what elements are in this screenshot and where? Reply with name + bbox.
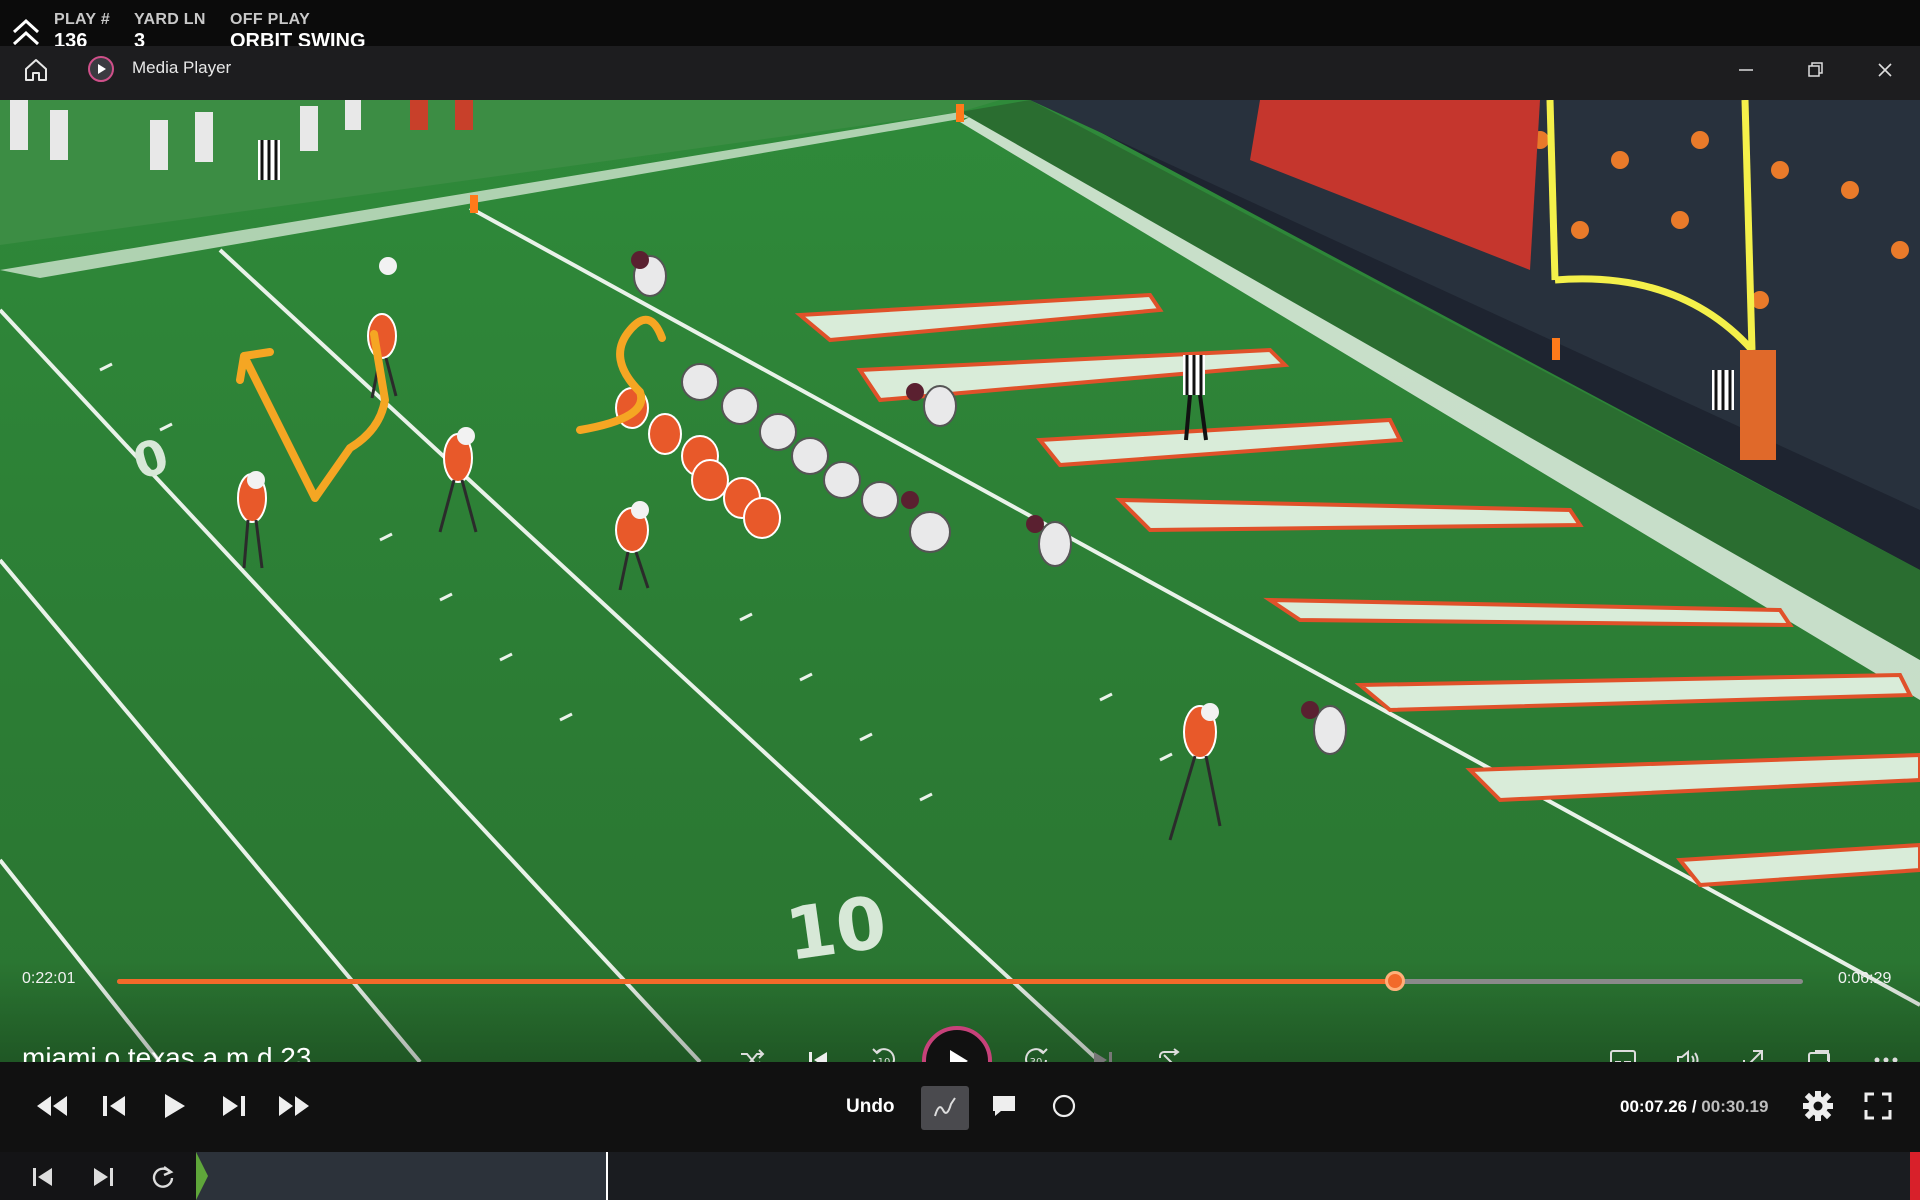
more-button[interactable] bbox=[1866, 1040, 1906, 1062]
timecode: 00:07.26 / 00:30.19 bbox=[1620, 1097, 1768, 1117]
timeline-bar bbox=[0, 1152, 1920, 1200]
undo-button[interactable]: Undo bbox=[846, 1096, 895, 1118]
play-number-label: PLAY # bbox=[54, 11, 111, 28]
step-forward-button[interactable] bbox=[212, 1084, 256, 1128]
gear-icon bbox=[1803, 1091, 1833, 1121]
shuffle-icon bbox=[741, 1049, 765, 1062]
video-frame[interactable]: 0 10 0:22:01 0:06:29 miami o texas a m d… bbox=[0, 100, 1920, 1062]
previous-button[interactable] bbox=[798, 1040, 838, 1062]
timeline-end-marker bbox=[1910, 1152, 1920, 1200]
expand-icon bbox=[1743, 1050, 1763, 1062]
rewind-button[interactable] bbox=[30, 1084, 74, 1128]
play-icon bbox=[950, 1050, 968, 1062]
pen-tool-button[interactable] bbox=[921, 1086, 969, 1130]
circle-tool-button[interactable] bbox=[1042, 1084, 1086, 1128]
timeline-clip-segment[interactable] bbox=[196, 1152, 606, 1200]
subtitles-icon bbox=[1610, 1050, 1636, 1062]
shuffle-button[interactable] bbox=[732, 1040, 772, 1062]
forward-30-icon: 30 bbox=[1025, 1048, 1048, 1062]
previous-icon bbox=[809, 1052, 827, 1062]
settings-button[interactable] bbox=[1796, 1084, 1840, 1128]
fast-forward-icon bbox=[279, 1096, 309, 1116]
offense-play-label: OFF PLAY bbox=[230, 11, 311, 28]
clip-title: miami o texas a m d 23 bbox=[22, 1042, 312, 1062]
fullscreen-icon bbox=[1864, 1092, 1892, 1120]
elapsed-time: 0:22:01 bbox=[22, 970, 76, 987]
control-play-button[interactable] bbox=[152, 1084, 196, 1128]
skip-end-button[interactable] bbox=[86, 1160, 120, 1194]
reload-icon bbox=[152, 1166, 174, 1188]
reload-button[interactable] bbox=[146, 1160, 180, 1194]
window-title: Media Player bbox=[132, 58, 232, 77]
mini-player-button[interactable] bbox=[1799, 1040, 1839, 1062]
next-icon bbox=[1094, 1052, 1112, 1062]
playback-control-bar: Undo 00:07.26 / 00:30.19 bbox=[0, 1062, 1920, 1152]
skip-start-icon bbox=[33, 1168, 52, 1186]
forward-30-button[interactable]: 30 bbox=[1016, 1040, 1056, 1062]
repeat-button[interactable] bbox=[1149, 1040, 1189, 1062]
expand-button[interactable] bbox=[1733, 1040, 1773, 1062]
fast-forward-button[interactable] bbox=[272, 1084, 316, 1128]
comment-icon bbox=[993, 1096, 1015, 1116]
step-back-icon bbox=[103, 1096, 125, 1116]
minimize-icon bbox=[1739, 69, 1753, 71]
window-title-bar: Media Player bbox=[0, 46, 1920, 100]
home-icon[interactable] bbox=[22, 56, 50, 84]
volume-button[interactable] bbox=[1668, 1040, 1708, 1062]
yard-line-label: YARD LN bbox=[134, 11, 206, 28]
maximize-icon bbox=[1808, 62, 1823, 77]
close-button[interactable] bbox=[1865, 52, 1905, 88]
subtitles-button[interactable] bbox=[1603, 1040, 1643, 1062]
step-back-button[interactable] bbox=[92, 1084, 136, 1128]
step-forward-icon bbox=[223, 1096, 245, 1116]
timeline-playhead[interactable] bbox=[606, 1152, 608, 1200]
total-time: 00:30.19 bbox=[1701, 1097, 1769, 1116]
time-separator: / bbox=[1687, 1097, 1702, 1116]
remaining-time: 0:06:29 bbox=[1838, 970, 1892, 987]
pen-icon bbox=[934, 1097, 956, 1117]
volume-icon bbox=[1677, 1049, 1699, 1062]
minimize-button[interactable] bbox=[1726, 52, 1766, 88]
skip-end-icon bbox=[94, 1168, 113, 1186]
close-icon bbox=[1878, 63, 1892, 77]
football-field-image: 0 10 bbox=[0, 100, 1920, 1062]
rewind-icon bbox=[37, 1096, 67, 1116]
skip-start-button[interactable] bbox=[26, 1160, 60, 1194]
media-player-icon bbox=[88, 56, 114, 82]
play-icon bbox=[165, 1094, 185, 1118]
next-button[interactable] bbox=[1083, 1040, 1123, 1062]
comment-tool-button[interactable] bbox=[982, 1084, 1026, 1128]
repeat-icon bbox=[1159, 1048, 1180, 1062]
seek-bar-progress bbox=[117, 979, 1396, 984]
play-info-bar: PLAY # 136 YARD LN 3 OFF PLAY ORBIT SWIN… bbox=[0, 0, 1920, 52]
seek-bar[interactable] bbox=[117, 971, 1803, 991]
rewind-10-icon: 10 bbox=[872, 1048, 895, 1062]
maximize-button[interactable] bbox=[1795, 52, 1835, 88]
circle-icon bbox=[1052, 1094, 1076, 1118]
fullscreen-button[interactable] bbox=[1856, 1084, 1900, 1128]
rewind-10-button[interactable]: 10 bbox=[864, 1040, 904, 1062]
current-time: 00:07.26 bbox=[1620, 1097, 1688, 1116]
mini-player-icon bbox=[1808, 1050, 1830, 1062]
collapse-up-icon[interactable] bbox=[10, 18, 42, 48]
